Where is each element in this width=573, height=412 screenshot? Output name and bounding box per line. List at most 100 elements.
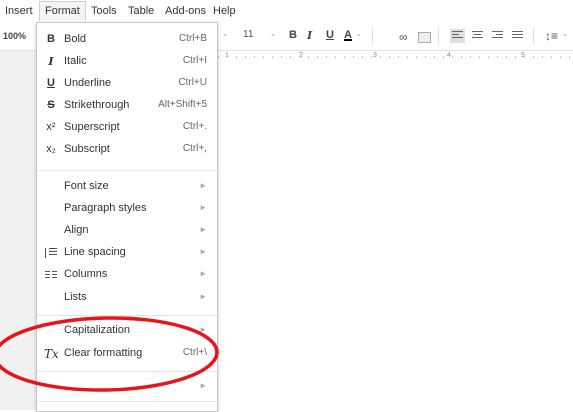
menu-table[interactable]: Table	[124, 3, 158, 19]
menu-format[interactable]: Format	[39, 1, 86, 21]
underline-icon: U	[47, 77, 55, 89]
columns-icon	[45, 271, 57, 279]
ruler-tick	[344, 56, 345, 58]
menu-item-superscript[interactable]: x² Superscript Ctrl+.	[37, 117, 217, 139]
italic-button[interactable]: I	[307, 29, 312, 42]
submenu-arrow-icon: ►	[199, 203, 207, 212]
menu-item-shortcut: Ctrl+U	[178, 77, 207, 88]
menu-item-partial[interactable]: ►	[37, 376, 217, 398]
menu-help[interactable]: Help	[209, 3, 240, 19]
ruler-tick	[272, 56, 273, 58]
menu-item-clear-formatting[interactable]: Tx Clear formatting Ctrl+\	[37, 343, 217, 365]
ruler-tick	[560, 56, 561, 58]
menu-item-align[interactable]: Align ►	[37, 220, 217, 242]
submenu-arrow-icon: ►	[199, 247, 207, 256]
menu-item-shortcut: Ctrl+I	[182, 55, 207, 66]
menu-bar: Insert Format Tools Table Add-ons Help	[0, 0, 573, 22]
ruler-tick	[569, 56, 570, 58]
ruler-tick	[542, 56, 543, 58]
menu-divider	[37, 401, 217, 402]
link-icon[interactable]: ∞	[399, 30, 408, 44]
font-size-dropdown-arrow-icon[interactable]: -	[271, 29, 275, 41]
menu-item-italic[interactable]: I Italic Ctrl+I	[37, 51, 217, 73]
align-right-icon[interactable]	[492, 31, 503, 41]
clear-formatting-icon: Tx	[44, 347, 59, 361]
submenu-arrow-icon: ►	[199, 381, 207, 390]
format-menu: B Bold Ctrl+B I Italic Ctrl+I U Underlin…	[36, 22, 218, 412]
ruler-tick	[479, 56, 480, 58]
ruler-tick	[425, 56, 426, 58]
menu-item-subscript[interactable]: x₂ Subscript Ctrl+,	[37, 139, 217, 161]
menu-item-shortcut: Ctrl+\	[182, 347, 207, 358]
ruler-number: 3	[373, 52, 377, 59]
menu-item-label: Superscript	[64, 121, 120, 133]
submenu-arrow-icon: ►	[199, 325, 207, 334]
ruler-tick	[452, 56, 453, 58]
submenu-arrow-icon: ►	[199, 225, 207, 234]
menu-item-label: Italic	[64, 55, 87, 67]
menu-item-strikethrough[interactable]: S Strikethrough Alt+Shift+5	[37, 95, 217, 117]
ruler-tick	[407, 56, 408, 58]
menu-divider	[37, 315, 217, 316]
ruler-tick	[443, 56, 444, 58]
line-spacing-icon	[45, 248, 57, 258]
menu-item-underline[interactable]: U Underline Ctrl+U	[37, 73, 217, 95]
menu-item-label: Capitalization	[64, 324, 131, 336]
ruler-tick	[263, 56, 264, 58]
toolbar-divider	[438, 28, 439, 44]
ruler-tick	[308, 56, 309, 58]
menu-item-capitalization[interactable]: Capitalization ►	[37, 320, 217, 342]
menu-item-columns[interactable]: Columns ►	[37, 264, 217, 286]
italic-icon: I	[48, 55, 54, 68]
menu-item-line-spacing[interactable]: Line spacing ►	[37, 242, 217, 264]
menu-tools[interactable]: Tools	[87, 3, 121, 19]
toolbar-divider	[533, 28, 534, 44]
menu-divider	[37, 371, 217, 372]
menu-item-label: Lists	[64, 291, 87, 303]
menu-divider	[37, 170, 217, 171]
ruler-tick	[488, 56, 489, 58]
ruler-tick	[317, 56, 318, 58]
font-dropdown-arrow-icon[interactable]: -	[223, 29, 227, 41]
align-justify-icon[interactable]	[512, 31, 523, 41]
submenu-arrow-icon: ►	[199, 292, 207, 301]
menu-item-bold[interactable]: B Bold Ctrl+B	[37, 29, 217, 51]
ruler-tick	[353, 56, 354, 58]
menu-item-paragraph-styles[interactable]: Paragraph styles ►	[37, 198, 217, 220]
align-center-icon[interactable]	[472, 31, 483, 41]
ruler-tick	[299, 56, 300, 58]
menu-item-label: Bold	[64, 33, 87, 45]
bold-button[interactable]: B	[289, 29, 297, 41]
ruler-tick	[398, 56, 399, 58]
menu-item-label: Font size	[64, 180, 109, 192]
submenu-arrow-icon: ►	[199, 269, 207, 278]
menu-add-ons[interactable]: Add-ons	[161, 3, 210, 19]
ruler-tick	[461, 56, 462, 58]
ruler-tick	[533, 56, 534, 58]
ruler-tick	[227, 56, 228, 58]
ruler-tick	[245, 56, 246, 58]
menu-item-lists[interactable]: Lists ►	[37, 287, 217, 309]
page-gutter	[0, 51, 36, 410]
menu-item-label: Line spacing	[64, 246, 126, 258]
text-color-button[interactable]: A	[344, 29, 352, 41]
ruler-tick	[371, 56, 372, 58]
comment-icon[interactable]	[418, 32, 431, 43]
strikethrough-icon: S	[47, 99, 55, 111]
line-spacing-dropdown-icon[interactable]: -	[563, 29, 567, 41]
menu-item-font-size[interactable]: Font size ►	[37, 176, 217, 198]
font-size-select[interactable]: 11	[243, 29, 253, 40]
superscript-icon: x²	[46, 121, 56, 133]
menu-insert[interactable]: Insert	[1, 3, 37, 19]
line-spacing-button-icon[interactable]: ↕≡	[545, 29, 558, 43]
align-left-icon[interactable]	[450, 29, 465, 43]
zoom-select[interactable]: 100%	[3, 31, 26, 41]
menu-item-shortcut: Ctrl+,	[182, 143, 207, 154]
text-color-dropdown-icon[interactable]: -	[357, 29, 361, 41]
ruler-tick	[326, 56, 327, 58]
ruler-tick	[497, 56, 498, 58]
menu-item-label: Strikethrough	[64, 99, 130, 111]
ruler[interactable]: 1 2 3 4 5	[205, 52, 573, 62]
menu-item-label: Underline	[64, 77, 112, 89]
underline-button[interactable]: U	[326, 29, 334, 41]
